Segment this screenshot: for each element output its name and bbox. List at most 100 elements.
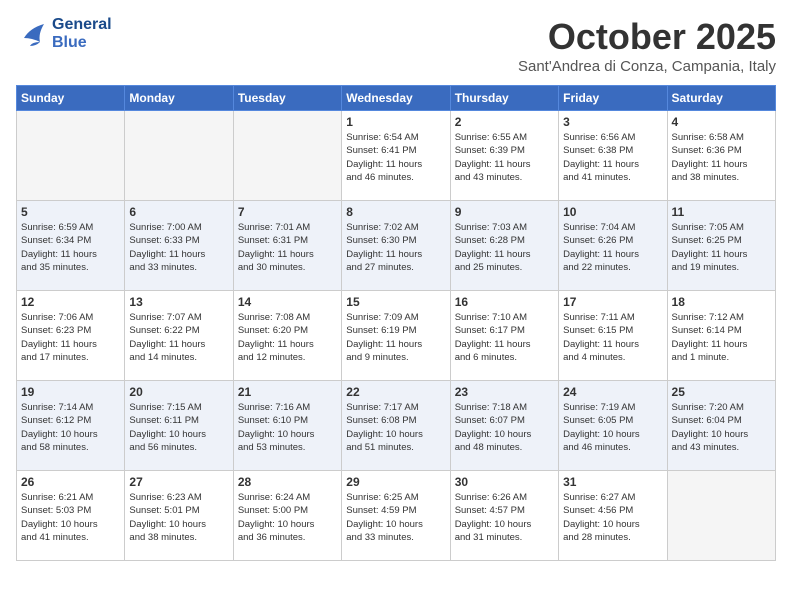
day-info: Sunrise: 7:02 AM Sunset: 6:30 PM Dayligh… (346, 221, 445, 274)
title-area: October 2025 Sant'Andrea di Conza, Campa… (518, 16, 776, 75)
day-info: Sunrise: 7:17 AM Sunset: 6:08 PM Dayligh… (346, 401, 445, 454)
day-number: 14 (238, 295, 337, 309)
day-number: 25 (672, 385, 771, 399)
day-info: Sunrise: 7:08 AM Sunset: 6:20 PM Dayligh… (238, 311, 337, 364)
calendar-table: SundayMondayTuesdayWednesdayThursdayFrid… (16, 85, 776, 561)
calendar-cell: 24 Sunrise: 7:19 AM Sunset: 6:05 PM Dayli… (559, 381, 667, 471)
calendar-week-row: 12 Sunrise: 7:06 AM Sunset: 6:23 PM Dayli… (17, 291, 776, 381)
calendar-cell: 21Sunrise: 7:16 AM Sunset: 6:10 PM Dayli… (233, 381, 341, 471)
day-number: 22 (346, 385, 445, 399)
calendar-cell: 3Sunrise: 6:56 AM Sunset: 6:38 PM Daylig… (559, 111, 667, 201)
calendar-cell: 26 Sunrise: 6:21 AM Sunset: 5:03 PM Dayli… (17, 471, 125, 561)
day-info: Sunrise: 6:56 AM Sunset: 6:38 PM Dayligh… (563, 131, 662, 184)
month-title: October 2025 (518, 16, 776, 58)
calendar-cell: 13Sunrise: 7:07 AM Sunset: 6:22 PM Dayli… (125, 291, 233, 381)
calendar-cell: 7 Sunrise: 7:01 AM Sunset: 6:31 PM Daylig… (233, 201, 341, 291)
column-header-wednesday: Wednesday (342, 86, 450, 111)
calendar-cell: 12 Sunrise: 7:06 AM Sunset: 6:23 PM Dayli… (17, 291, 125, 381)
day-number: 11 (672, 205, 771, 219)
calendar-cell: 11Sunrise: 7:05 AM Sunset: 6:25 PM Dayli… (667, 201, 775, 291)
calendar-cell: 23 Sunrise: 7:18 AM Sunset: 6:07 PM Dayli… (450, 381, 558, 471)
day-number: 4 (672, 115, 771, 129)
logo-icon (16, 20, 48, 48)
day-number: 12 (21, 295, 120, 309)
day-info: Sunrise: 6:54 AM Sunset: 6:41 PM Dayligh… (346, 131, 445, 184)
logo-text: General Blue (52, 16, 112, 52)
calendar-week-row: 26 Sunrise: 6:21 AM Sunset: 5:03 PM Dayli… (17, 471, 776, 561)
calendar-cell: 4Sunrise: 6:58 AM Sunset: 6:36 PM Daylig… (667, 111, 775, 201)
day-info: Sunrise: 7:03 AM Sunset: 6:28 PM Dayligh… (455, 221, 554, 274)
day-number: 29 (346, 475, 445, 489)
calendar-cell: 2 Sunrise: 6:55 AM Sunset: 6:39 PM Daylig… (450, 111, 558, 201)
day-info: Sunrise: 7:04 AM Sunset: 6:26 PM Dayligh… (563, 221, 662, 274)
column-header-friday: Friday (559, 86, 667, 111)
calendar-cell: 16 Sunrise: 7:10 AM Sunset: 6:17 PM Dayli… (450, 291, 558, 381)
day-number: 13 (129, 295, 228, 309)
day-number: 2 (455, 115, 554, 129)
day-number: 1 (346, 115, 445, 129)
calendar-week-row: 19Sunrise: 7:14 AM Sunset: 6:12 PM Dayli… (17, 381, 776, 471)
column-header-saturday: Saturday (667, 86, 775, 111)
day-number: 5 (21, 205, 120, 219)
day-number: 24 (563, 385, 662, 399)
day-info: Sunrise: 6:25 AM Sunset: 4:59 PM Dayligh… (346, 491, 445, 544)
day-number: 20 (129, 385, 228, 399)
calendar-cell: 15 Sunrise: 7:09 AM Sunset: 6:19 PM Dayli… (342, 291, 450, 381)
day-info: Sunrise: 6:27 AM Sunset: 4:56 PM Dayligh… (563, 491, 662, 544)
day-number: 30 (455, 475, 554, 489)
day-info: Sunrise: 6:26 AM Sunset: 4:57 PM Dayligh… (455, 491, 554, 544)
day-info: Sunrise: 6:21 AM Sunset: 5:03 PM Dayligh… (21, 491, 120, 544)
calendar-cell (233, 111, 341, 201)
day-info: Sunrise: 7:15 AM Sunset: 6:11 PM Dayligh… (129, 401, 228, 454)
column-header-monday: Monday (125, 86, 233, 111)
day-info: Sunrise: 7:01 AM Sunset: 6:31 PM Dayligh… (238, 221, 337, 274)
day-number: 26 (21, 475, 120, 489)
day-info: Sunrise: 7:10 AM Sunset: 6:17 PM Dayligh… (455, 311, 554, 364)
day-number: 7 (238, 205, 337, 219)
day-number: 6 (129, 205, 228, 219)
calendar-cell (125, 111, 233, 201)
calendar-week-row: 1 Sunrise: 6:54 AM Sunset: 6:41 PM Daylig… (17, 111, 776, 201)
day-info: Sunrise: 7:16 AM Sunset: 6:10 PM Dayligh… (238, 401, 337, 454)
day-number: 15 (346, 295, 445, 309)
calendar-cell: 29 Sunrise: 6:25 AM Sunset: 4:59 PM Dayli… (342, 471, 450, 561)
day-info: Sunrise: 6:23 AM Sunset: 5:01 PM Dayligh… (129, 491, 228, 544)
day-info: Sunrise: 7:18 AM Sunset: 6:07 PM Dayligh… (455, 401, 554, 454)
day-number: 31 (563, 475, 662, 489)
day-info: Sunrise: 6:24 AM Sunset: 5:00 PM Dayligh… (238, 491, 337, 544)
calendar-cell (17, 111, 125, 201)
day-number: 9 (455, 205, 554, 219)
column-header-thursday: Thursday (450, 86, 558, 111)
day-number: 19 (21, 385, 120, 399)
calendar-week-row: 5 Sunrise: 6:59 AM Sunset: 6:34 PM Daylig… (17, 201, 776, 291)
day-number: 10 (563, 205, 662, 219)
calendar-header-row: SundayMondayTuesdayWednesdayThursdayFrid… (17, 86, 776, 111)
calendar-cell: 5 Sunrise: 6:59 AM Sunset: 6:34 PM Daylig… (17, 201, 125, 291)
location-subtitle: Sant'Andrea di Conza, Campania, Italy (518, 58, 776, 75)
header: General Blue October 2025 Sant'Andrea di… (16, 16, 776, 75)
calendar-cell: 8 Sunrise: 7:02 AM Sunset: 6:30 PM Daylig… (342, 201, 450, 291)
day-number: 16 (455, 295, 554, 309)
calendar-cell (667, 471, 775, 561)
day-info: Sunrise: 7:11 AM Sunset: 6:15 PM Dayligh… (563, 311, 662, 364)
day-info: Sunrise: 7:00 AM Sunset: 6:33 PM Dayligh… (129, 221, 228, 274)
day-number: 8 (346, 205, 445, 219)
calendar-cell: 1 Sunrise: 6:54 AM Sunset: 6:41 PM Daylig… (342, 111, 450, 201)
column-header-tuesday: Tuesday (233, 86, 341, 111)
calendar-cell: 20 Sunrise: 7:15 AM Sunset: 6:11 PM Dayli… (125, 381, 233, 471)
day-info: Sunrise: 7:06 AM Sunset: 6:23 PM Dayligh… (21, 311, 120, 364)
calendar-cell: 30 Sunrise: 6:26 AM Sunset: 4:57 PM Dayli… (450, 471, 558, 561)
calendar-cell: 28 Sunrise: 6:24 AM Sunset: 5:00 PM Dayli… (233, 471, 341, 561)
day-info: Sunrise: 7:09 AM Sunset: 6:19 PM Dayligh… (346, 311, 445, 364)
calendar-cell: 9 Sunrise: 7:03 AM Sunset: 6:28 PM Daylig… (450, 201, 558, 291)
day-info: Sunrise: 6:55 AM Sunset: 6:39 PM Dayligh… (455, 131, 554, 184)
day-number: 23 (455, 385, 554, 399)
calendar-cell: 19Sunrise: 7:14 AM Sunset: 6:12 PM Dayli… (17, 381, 125, 471)
day-info: Sunrise: 7:20 AM Sunset: 6:04 PM Dayligh… (672, 401, 771, 454)
calendar-cell: 31 Sunrise: 6:27 AM Sunset: 4:56 PM Dayli… (559, 471, 667, 561)
day-info: Sunrise: 6:59 AM Sunset: 6:34 PM Dayligh… (21, 221, 120, 274)
day-number: 17 (563, 295, 662, 309)
column-header-sunday: Sunday (17, 86, 125, 111)
day-info: Sunrise: 7:19 AM Sunset: 6:05 PM Dayligh… (563, 401, 662, 454)
day-number: 28 (238, 475, 337, 489)
